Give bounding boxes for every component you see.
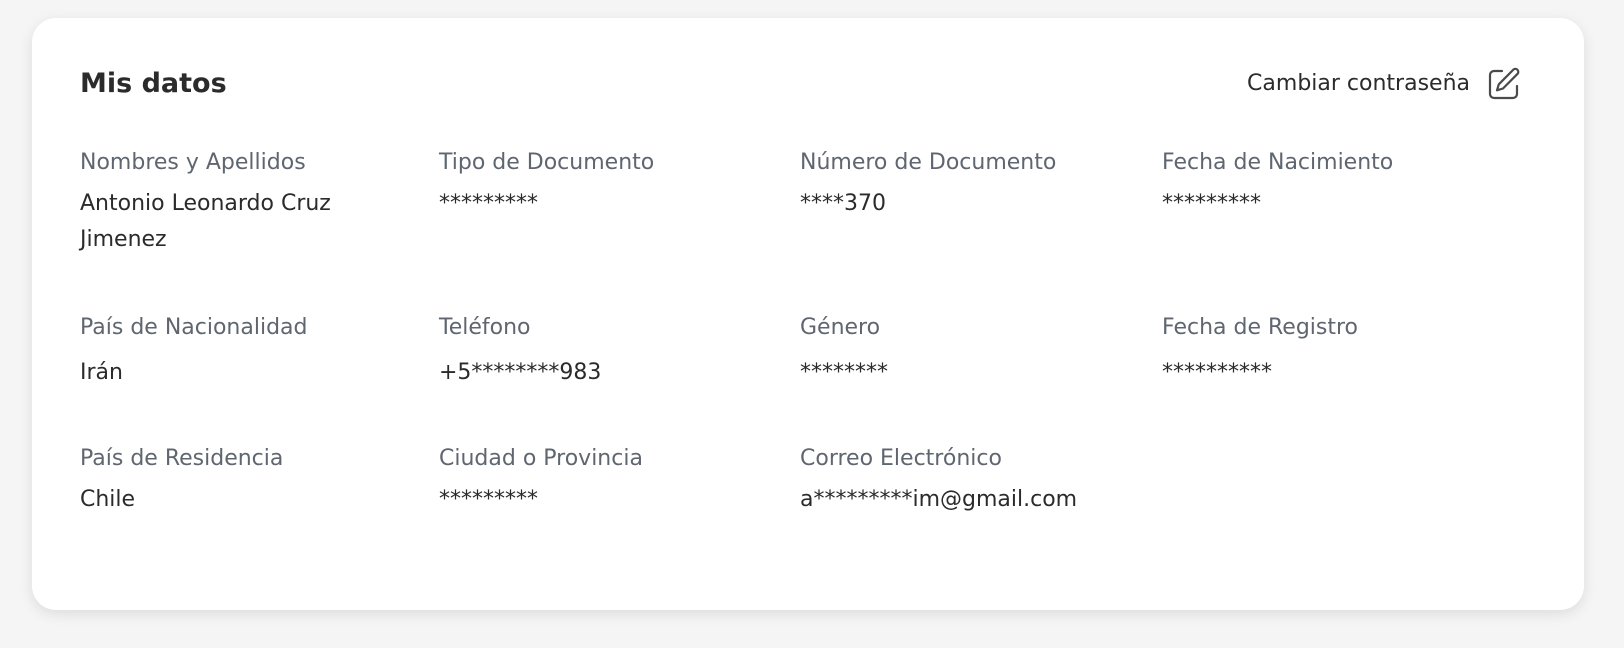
card-title: Mis datos	[80, 68, 227, 99]
field-nationality: País de Nacionalidad Irán	[80, 313, 410, 391]
field-birth-date: Fecha de Nacimiento *********	[1162, 148, 1492, 222]
field-label: Teléfono	[439, 315, 531, 340]
field-value: Chile	[80, 487, 136, 512]
field-value: *********	[1162, 191, 1261, 216]
field-value: ****370	[800, 191, 886, 216]
field-value: Antonio Leonardo Cruz Jimenez	[80, 191, 331, 252]
field-label: País de Residencia	[80, 446, 284, 471]
field-label: Fecha de Registro	[1162, 315, 1359, 340]
field-city: Ciudad o Provincia *********	[439, 444, 769, 518]
change-password-button[interactable]: Cambiar contraseña	[1247, 66, 1522, 102]
field-value: ********	[800, 360, 888, 385]
change-password-label: Cambiar contraseña	[1247, 71, 1470, 96]
field-document-number: Número de Documento ****370	[800, 148, 1130, 222]
field-label: Nombres y Apellidos	[80, 150, 306, 175]
field-value: **********	[1162, 360, 1272, 385]
field-label: Correo Electrónico	[800, 446, 1002, 471]
field-label: Número de Documento	[800, 150, 1057, 175]
field-value: Irán	[80, 360, 123, 385]
edit-icon[interactable]	[1486, 66, 1522, 102]
field-phone: Teléfono +5********983	[439, 313, 769, 391]
field-value: a*********im@gmail.com	[800, 487, 1078, 512]
field-email: Correo Electrónico a*********im@gmail.co…	[800, 444, 1180, 518]
field-full-name: Nombres y Apellidos Antonio Leonardo Cru…	[80, 148, 410, 258]
field-label: Tipo de Documento	[439, 150, 655, 175]
field-registration-date: Fecha de Registro **********	[1162, 313, 1492, 391]
profile-card: Mis datos Cambiar contraseña Nombres y A…	[32, 18, 1584, 610]
field-residence-country: País de Residencia Chile	[80, 444, 410, 518]
field-value: +5********983	[439, 360, 602, 385]
field-gender: Género ********	[800, 313, 1130, 391]
field-label: Ciudad o Provincia	[439, 446, 643, 471]
field-label: País de Nacionalidad	[80, 315, 308, 340]
field-label: Fecha de Nacimiento	[1162, 150, 1394, 175]
field-document-type: Tipo de Documento *********	[439, 148, 769, 222]
field-value: *********	[439, 191, 538, 216]
field-label: Género	[800, 315, 881, 340]
field-value: *********	[439, 487, 538, 512]
